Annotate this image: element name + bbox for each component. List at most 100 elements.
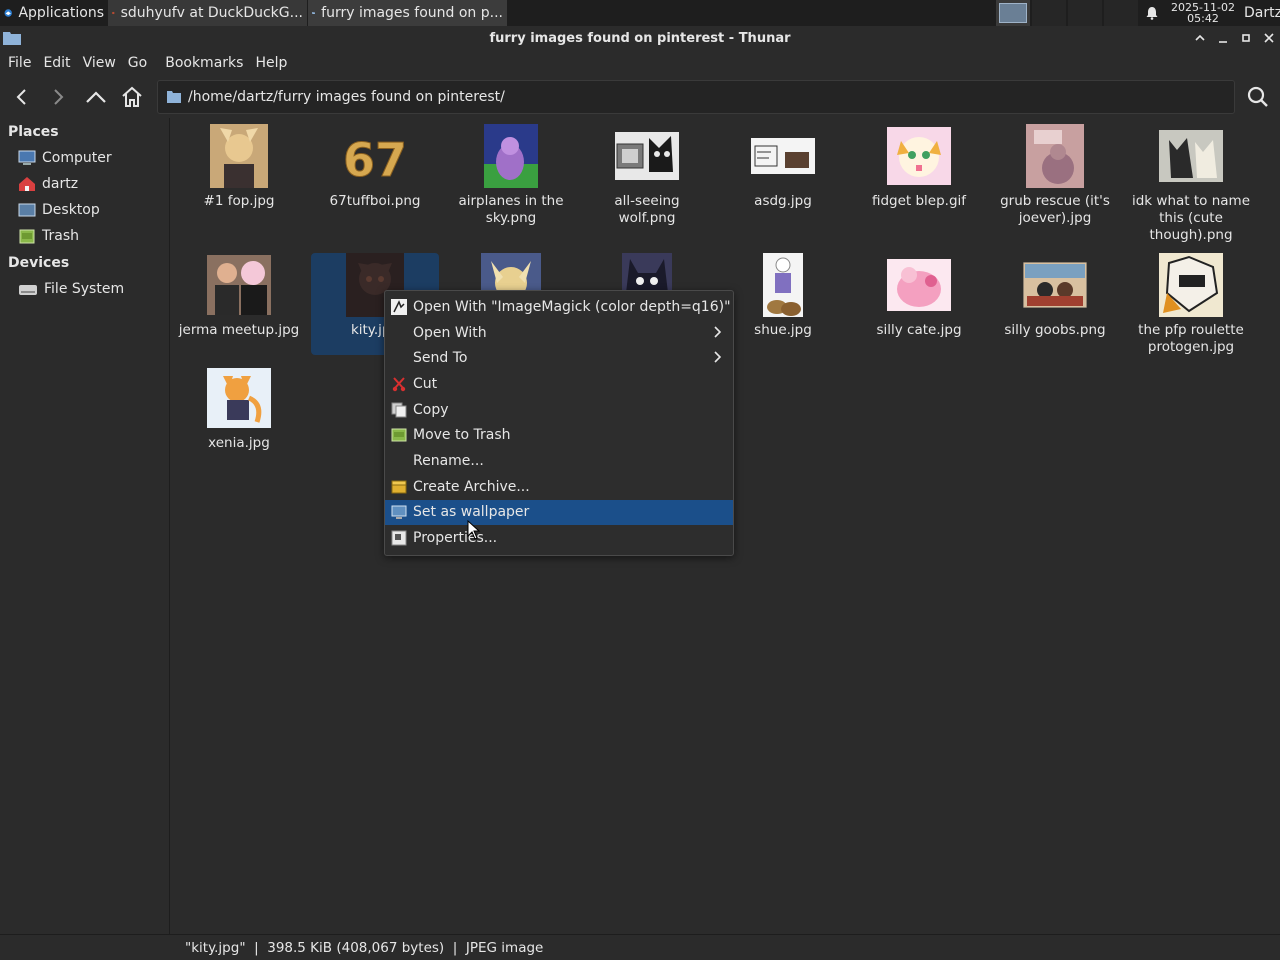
file-item-grub-rescue[interactable]: grub rescue (it's joever).jpg bbox=[991, 124, 1119, 227]
taskbar-item-label: furry images found on p... bbox=[321, 5, 503, 21]
image-thumbnail bbox=[1023, 253, 1087, 317]
menu-item-create-archive[interactable]: Create Archive... bbox=[385, 474, 733, 500]
file-item-idk-what-to-name[interactable]: idk what to name this (cute though).png bbox=[1127, 124, 1255, 244]
file-item-silly-goobs[interactable]: silly goobs.png bbox=[991, 253, 1119, 339]
file-item-silly-cate[interactable]: silly cate.jpg bbox=[855, 253, 983, 339]
file-name: #1 fop.jpg bbox=[203, 193, 275, 209]
image-thumbnail bbox=[1159, 253, 1223, 317]
sidebar-item-trash[interactable]: Trash bbox=[0, 223, 169, 249]
file-name: airplanes in the sky.png bbox=[458, 193, 564, 226]
menu-item-move-to-trash[interactable]: Move to Trash bbox=[385, 422, 733, 448]
home-button[interactable] bbox=[114, 79, 150, 115]
file-name: silly goobs.png bbox=[1004, 322, 1106, 338]
sidebar-item-label: Desktop bbox=[42, 202, 100, 218]
menu-view[interactable]: View bbox=[77, 50, 122, 76]
taskbar-item-label: sduhyufv at DuckDuckG... bbox=[120, 5, 303, 21]
clock-time: 05:42 bbox=[1187, 12, 1219, 25]
user-menu-button[interactable]: Dartz bbox=[1240, 0, 1280, 26]
applications-menu-button[interactable]: Applications bbox=[0, 0, 108, 26]
location-bar[interactable]: /home/dartz/furry images found on pinter… bbox=[157, 80, 1235, 114]
image-thumbnail bbox=[207, 366, 271, 430]
menu-item-send-to[interactable]: Send To bbox=[385, 345, 733, 371]
menu-help[interactable]: Help bbox=[249, 50, 293, 76]
workspace-4[interactable] bbox=[1104, 0, 1138, 26]
archive-icon bbox=[391, 479, 407, 495]
folder-icon bbox=[3, 32, 21, 45]
copy-icon bbox=[391, 402, 407, 418]
menu-edit[interactable]: Edit bbox=[37, 50, 76, 76]
file-item-airplanes[interactable]: airplanes in the sky.png bbox=[447, 124, 575, 227]
minimize-button[interactable] bbox=[1213, 28, 1233, 48]
taskbar-item-firefox[interactable]: sduhyufv at DuckDuckG... bbox=[108, 0, 308, 26]
file-name: silly cate.jpg bbox=[876, 322, 962, 338]
search-button[interactable] bbox=[1240, 79, 1276, 115]
shade-button[interactable] bbox=[1190, 28, 1210, 48]
menu-go[interactable]: Go bbox=[122, 50, 153, 76]
sidebar-item-dartz[interactable]: dartz bbox=[0, 171, 169, 197]
taskbar-item-thunar[interactable]: furry images found on p... bbox=[308, 0, 508, 26]
maximize-button[interactable] bbox=[1236, 28, 1256, 48]
file-name: fidget blep.gif bbox=[871, 193, 967, 209]
sidebar: Places Computer dartz Desktop Trash Devi… bbox=[0, 118, 170, 934]
menu-item-cut[interactable]: Cut bbox=[385, 371, 733, 397]
workspace-2[interactable] bbox=[1032, 0, 1066, 26]
menubar: File Edit View Go Bookmarks Help bbox=[0, 50, 1280, 76]
image-thumbnail bbox=[751, 253, 815, 317]
chevron-up-icon bbox=[1195, 34, 1205, 41]
window-titlebar[interactable]: furry images found on pinterest - Thunar bbox=[0, 26, 1280, 50]
workspace-3[interactable] bbox=[1068, 0, 1102, 26]
menu-bookmarks[interactable]: Bookmarks bbox=[159, 50, 249, 76]
file-name: shue.jpg bbox=[754, 322, 812, 338]
chevron-left-icon bbox=[16, 89, 26, 105]
file-item-shue[interactable]: shue.jpg bbox=[719, 253, 847, 339]
image-thumbnail bbox=[887, 253, 951, 317]
file-item-fidget-blep[interactable]: fidget blep.gif bbox=[855, 124, 983, 210]
clock[interactable]: 2025-11-02 05:42 bbox=[1166, 0, 1240, 26]
menu-item-set-as-wallpaper[interactable]: Set as wallpaper bbox=[385, 499, 733, 526]
image-thumbnail bbox=[751, 124, 815, 188]
file-item-jerma-meetup[interactable]: jerma meetup.jpg bbox=[175, 253, 303, 339]
file-name: jerma meetup.jpg bbox=[178, 322, 300, 338]
file-item-1-fop[interactable]: #1 fop.jpg bbox=[175, 124, 303, 210]
menu-item-open-with-imagemagick[interactable]: Open With "ImageMagick (color depth=q16)… bbox=[385, 294, 733, 320]
home-icon bbox=[122, 86, 142, 107]
file-item-all-seeing-wolf[interactable]: all-seeing wolf.png bbox=[583, 124, 711, 227]
sidebar-item-label: dartz bbox=[42, 176, 79, 192]
menu-item-properties[interactable]: Properties... bbox=[385, 525, 733, 551]
thumb-67-text: 67 bbox=[343, 133, 407, 187]
workspace-1[interactable] bbox=[996, 0, 1030, 26]
parent-folder-button[interactable] bbox=[78, 79, 114, 115]
back-button[interactable] bbox=[4, 79, 40, 115]
sidebar-item-file-system[interactable]: File System bbox=[0, 276, 169, 302]
file-item-67tuffboi[interactable]: 67 67tuffboi.png bbox=[311, 124, 439, 210]
menu-item-label: Rename... bbox=[413, 452, 484, 469]
sidebar-item-label: Computer bbox=[42, 150, 112, 166]
file-item-asdg[interactable]: asdg.jpg bbox=[719, 124, 847, 210]
menu-item-rename[interactable]: Rename... bbox=[385, 448, 733, 474]
forward-button[interactable] bbox=[40, 79, 76, 115]
menu-item-copy[interactable]: Copy bbox=[385, 397, 733, 423]
file-name: idk what to name this (cute though).png bbox=[1131, 193, 1250, 243]
computer-icon bbox=[18, 150, 36, 165]
menu-item-label: Open With "ImageMagick (color depth=q16)… bbox=[413, 298, 731, 315]
image-thumbnail bbox=[615, 124, 679, 188]
file-item-xenia[interactable]: xenia.jpg bbox=[175, 366, 303, 452]
mouse-cursor-icon bbox=[467, 520, 481, 540]
imagemagick-icon bbox=[391, 298, 407, 315]
sidebar-item-desktop[interactable]: Desktop bbox=[0, 197, 169, 223]
close-button[interactable] bbox=[1259, 28, 1279, 48]
sidebar-item-computer[interactable]: Computer bbox=[0, 145, 169, 171]
devices-heading: Devices bbox=[8, 255, 70, 271]
close-icon bbox=[1264, 33, 1274, 43]
menu-file[interactable]: File bbox=[2, 50, 37, 76]
window-title: furry images found on pinterest - Thunar bbox=[489, 30, 791, 46]
image-thumbnail bbox=[1159, 124, 1223, 188]
menu-item-open-with[interactable]: Open With bbox=[385, 320, 733, 346]
file-name: grub rescue (it's joever).jpg bbox=[1000, 193, 1110, 226]
minimize-icon bbox=[1219, 41, 1227, 43]
blank-icon bbox=[391, 350, 407, 366]
notifications-button[interactable] bbox=[1138, 0, 1166, 26]
file-name: 67tuffboi.png bbox=[329, 193, 421, 209]
file-item-pfp-roulette[interactable]: the pfp roulette protogen.jpg bbox=[1127, 253, 1255, 356]
drive-icon bbox=[19, 285, 37, 295]
